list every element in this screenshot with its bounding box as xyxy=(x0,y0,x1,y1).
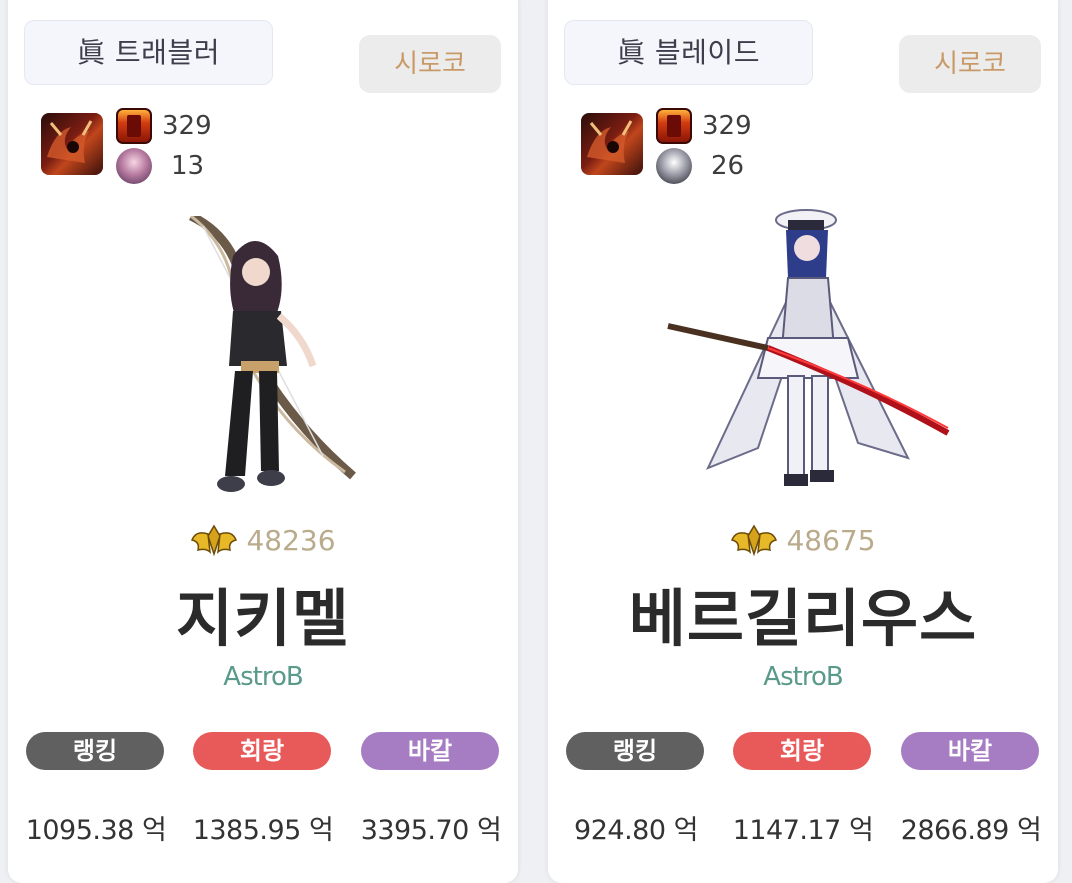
job-class-pill: 眞 트래블러 xyxy=(24,20,273,85)
bakal-tag[interactable]: 바칼 xyxy=(901,732,1039,770)
corridor-value: 1147.17 억 xyxy=(732,815,874,846)
fame-row: 48236 xyxy=(8,520,518,562)
character-name[interactable]: 지키멜 xyxy=(8,568,518,658)
server-button[interactable]: 시로코 xyxy=(359,35,501,93)
fame-row: 48675 xyxy=(548,520,1058,562)
buddy-portrait-icon xyxy=(656,148,692,184)
ranking-value: 1095.38 억 xyxy=(25,815,167,846)
gold-fame-wings-icon xyxy=(191,524,238,557)
buddy-value: 26 xyxy=(711,151,745,181)
corridor-tag[interactable]: 회랑 xyxy=(193,732,331,770)
ranking-value: 924.80 억 xyxy=(574,815,698,846)
server-button[interactable]: 시로코 xyxy=(899,35,1041,93)
ranking-tag[interactable]: 랭킹 xyxy=(26,732,164,770)
corridor-value: 1385.95 억 xyxy=(192,815,334,846)
guild-name[interactable]: AstroB xyxy=(8,662,518,692)
fame-value: 48675 xyxy=(786,523,876,557)
fame-value: 48236 xyxy=(246,523,336,557)
item-level-value: 329 xyxy=(702,111,752,141)
red-chest-icon xyxy=(656,108,692,144)
buddy-portrait-icon xyxy=(116,148,152,184)
bakal-tag[interactable]: 바칼 xyxy=(361,732,499,770)
job-class-pill: 眞 블레이드 xyxy=(564,20,813,85)
buddy-value: 13 xyxy=(171,151,205,181)
character-name[interactable]: 베르길리우스 xyxy=(548,568,1058,658)
red-chest-icon xyxy=(116,108,152,144)
character-sprite xyxy=(667,209,950,486)
guild-name[interactable]: AstroB xyxy=(548,662,1058,692)
ranking-tag[interactable]: 랭킹 xyxy=(566,732,704,770)
demon-emblem-icon xyxy=(581,113,643,175)
item-level-value: 329 xyxy=(162,111,212,141)
character-sprite xyxy=(188,216,356,492)
bakal-value: 2866.89 억 xyxy=(900,815,1042,846)
character-card[interactable]: 眞 트래블러 시로코 329 13 48236 지키멜 AstroB 랭킹 회랑… xyxy=(8,0,518,883)
gold-fame-wings-icon xyxy=(731,524,778,557)
character-card[interactable]: 眞 블레이드 시로코 329 26 48675 베르길리우스 AstroB 랭킹… xyxy=(548,0,1058,883)
demon-emblem-icon xyxy=(41,113,103,175)
bakal-value: 3395.70 억 xyxy=(360,815,502,846)
corridor-tag[interactable]: 회랑 xyxy=(733,732,871,770)
